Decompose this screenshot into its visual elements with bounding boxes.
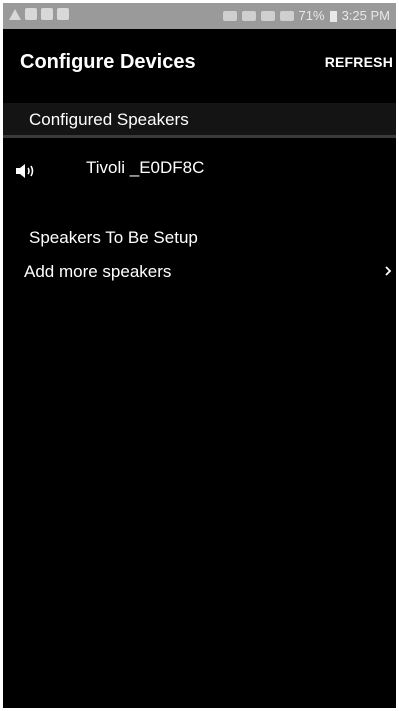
warning-icon (9, 8, 21, 20)
message-icon (25, 8, 37, 20)
app-bar: Configure Devices REFRESH (3, 29, 396, 95)
refresh-button[interactable]: REFRESH (325, 54, 393, 70)
status-notification-icons (9, 8, 69, 20)
app-screen: 71% 3:25 PM Configure Devices REFRESH Co… (3, 3, 396, 708)
speaker-name: Tivoli _E0DF8C (86, 158, 205, 177)
status-time: 3:25 PM (341, 8, 390, 23)
image-icon (57, 8, 69, 20)
add-more-speakers-label: Add more speakers (24, 262, 172, 281)
status-bar: 71% 3:25 PM (3, 3, 396, 29)
battery-icon (329, 10, 337, 22)
section-label-setup: Speakers To Be Setup (29, 228, 198, 247)
signal-icon (279, 11, 294, 21)
notes-icon (41, 8, 53, 20)
status-system-icons: 71% 3:25 PM (222, 8, 390, 24)
list-item-speaker[interactable]: Tivoli _E0DF8C (3, 151, 396, 191)
section-label-configured: Configured Speakers (29, 110, 189, 129)
section-header-configured-speakers: Configured Speakers (3, 103, 396, 138)
nfc-icon (222, 11, 237, 21)
vibrate-icon (260, 11, 275, 21)
battery-percent: 71% (298, 8, 325, 23)
page-title: Configure Devices (20, 51, 196, 73)
add-more-speakers-button[interactable]: Add more speakers (3, 255, 396, 289)
chevron-right-icon (385, 266, 392, 276)
speaker-icon (16, 164, 34, 178)
alarm-icon (241, 11, 256, 21)
